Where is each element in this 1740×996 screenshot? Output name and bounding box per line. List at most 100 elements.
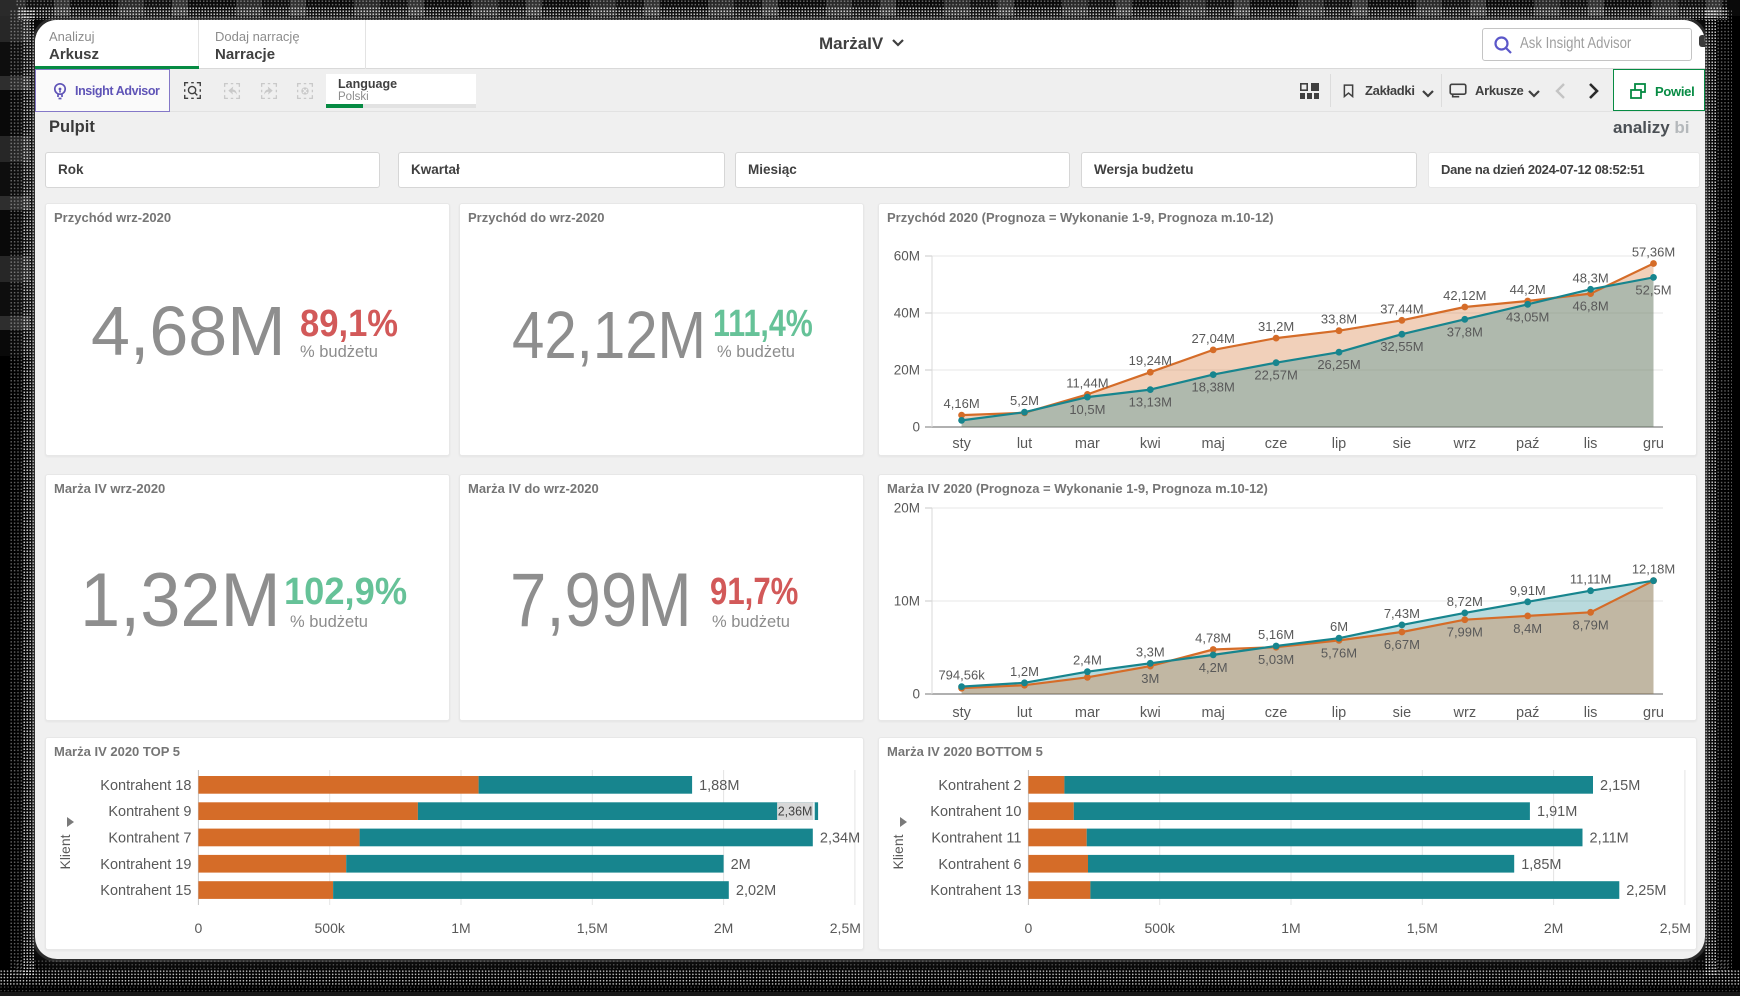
svg-text:4,16M: 4,16M [944, 396, 980, 411]
svg-text:33,8M: 33,8M [1321, 312, 1357, 327]
svg-text:3M: 3M [1141, 671, 1159, 686]
svg-text:kwi: kwi [1140, 436, 1161, 452]
svg-text:2M: 2M [1544, 920, 1563, 936]
svg-text:48,3M: 48,3M [1573, 270, 1609, 285]
svg-text:gru: gru [1643, 436, 1664, 452]
svg-text:Kontrahent 18: Kontrahent 18 [100, 778, 191, 794]
svg-text:0: 0 [912, 420, 920, 435]
svg-text:27,04M: 27,04M [1192, 331, 1235, 346]
svg-text:gru: gru [1643, 705, 1664, 721]
svg-text:2,4M: 2,4M [1073, 653, 1102, 668]
svg-text:2M: 2M [731, 857, 751, 873]
svg-text:Kontrahent 7: Kontrahent 7 [108, 830, 191, 846]
svg-text:43,05M: 43,05M [1506, 309, 1549, 324]
svg-text:lip: lip [1332, 705, 1347, 721]
svg-text:9,91M: 9,91M [1510, 583, 1546, 598]
svg-text:0: 0 [1025, 920, 1033, 936]
svg-text:8,4M: 8,4M [1513, 621, 1542, 636]
svg-text:paź: paź [1516, 705, 1539, 721]
svg-text:maj: maj [1202, 705, 1225, 721]
svg-text:2,15M: 2,15M [1600, 778, 1640, 794]
svg-text:wrz: wrz [1453, 705, 1477, 721]
svg-text:26,25M: 26,25M [1317, 357, 1360, 372]
svg-text:cze: cze [1265, 705, 1288, 721]
svg-text:37,44M: 37,44M [1380, 301, 1423, 316]
svg-text:5,03M: 5,03M [1258, 652, 1294, 667]
svg-text:Kontrahent 15: Kontrahent 15 [100, 883, 191, 899]
svg-text:31,2M: 31,2M [1258, 319, 1294, 334]
svg-text:sty: sty [952, 436, 971, 452]
svg-text:5,2M: 5,2M [1010, 393, 1039, 408]
svg-text:sie: sie [1393, 705, 1412, 721]
svg-text:0: 0 [195, 920, 203, 936]
svg-text:44,2M: 44,2M [1510, 282, 1546, 297]
svg-text:maj: maj [1202, 436, 1225, 452]
svg-text:2,02M: 2,02M [736, 883, 776, 899]
svg-text:794,56k: 794,56k [938, 668, 985, 683]
svg-text:Kontrahent 19: Kontrahent 19 [100, 857, 191, 873]
svg-text:8,79M: 8,79M [1573, 617, 1609, 632]
svg-text:cze: cze [1265, 436, 1288, 452]
svg-text:2,36M: 2,36M [778, 805, 813, 819]
svg-text:57,36M: 57,36M [1632, 245, 1675, 260]
svg-text:6,67M: 6,67M [1384, 637, 1420, 652]
svg-text:12,18M: 12,18M [1632, 562, 1675, 577]
svg-text:1M: 1M [1281, 920, 1300, 936]
svg-text:lis: lis [1584, 705, 1598, 721]
svg-text:10,5M: 10,5M [1069, 402, 1105, 417]
svg-text:20M: 20M [894, 501, 920, 516]
svg-text:13,13M: 13,13M [1129, 395, 1172, 410]
svg-text:kwi: kwi [1140, 705, 1161, 721]
svg-text:42,12M: 42,12M [1443, 288, 1486, 303]
svg-text:1M: 1M [451, 920, 470, 936]
svg-text:lut: lut [1017, 436, 1032, 452]
svg-text:Kontrahent 13: Kontrahent 13 [930, 883, 1021, 899]
svg-text:2,5M: 2,5M [1660, 920, 1691, 936]
svg-text:mar: mar [1075, 436, 1100, 452]
svg-text:wrz: wrz [1453, 436, 1477, 452]
svg-text:2,25M: 2,25M [1626, 883, 1666, 899]
svg-text:Kontrahent 6: Kontrahent 6 [938, 857, 1021, 873]
svg-text:1,5M: 1,5M [1407, 920, 1438, 936]
svg-text:1,91M: 1,91M [1537, 804, 1577, 820]
svg-text:60M: 60M [894, 249, 920, 264]
svg-text:1,88M: 1,88M [699, 778, 739, 794]
svg-text:lut: lut [1017, 705, 1032, 721]
svg-text:5,76M: 5,76M [1321, 645, 1357, 660]
svg-text:20M: 20M [894, 363, 920, 378]
svg-text:7,99M: 7,99M [1447, 625, 1483, 640]
svg-text:2,5M: 2,5M [830, 920, 861, 936]
svg-text:Kontrahent 9: Kontrahent 9 [108, 804, 191, 820]
svg-text:11,11M: 11,11M [1570, 572, 1611, 587]
svg-text:40M: 40M [894, 306, 920, 321]
svg-text:1,5M: 1,5M [577, 920, 608, 936]
svg-text:8,72M: 8,72M [1447, 594, 1483, 609]
svg-text:mar: mar [1075, 705, 1100, 721]
svg-text:500k: 500k [315, 920, 346, 936]
svg-text:7,43M: 7,43M [1384, 606, 1420, 621]
svg-text:500k: 500k [1145, 920, 1176, 936]
svg-text:19,24M: 19,24M [1129, 353, 1172, 368]
svg-text:lip: lip [1332, 436, 1347, 452]
svg-text:Klient: Klient [57, 834, 73, 869]
svg-text:52,5M: 52,5M [1635, 282, 1671, 297]
svg-text:0: 0 [912, 687, 920, 702]
svg-text:sty: sty [952, 705, 971, 721]
svg-text:5,16M: 5,16M [1258, 627, 1294, 642]
svg-text:1,85M: 1,85M [1521, 857, 1561, 873]
svg-text:2,11M: 2,11M [1590, 830, 1629, 846]
svg-text:sie: sie [1393, 436, 1412, 452]
svg-text:6M: 6M [1330, 619, 1348, 634]
svg-text:3,3M: 3,3M [1136, 644, 1165, 659]
svg-text:11,44M: 11,44M [1066, 375, 1108, 390]
svg-text:4,2M: 4,2M [1199, 660, 1228, 675]
svg-text:lis: lis [1584, 436, 1598, 452]
svg-text:46,8M: 46,8M [1573, 299, 1609, 314]
svg-text:Kontrahent 11: Kontrahent 11 [931, 830, 1021, 846]
svg-text:paź: paź [1516, 436, 1539, 452]
svg-text:32,55M: 32,55M [1380, 339, 1423, 354]
svg-text:18,38M: 18,38M [1192, 380, 1235, 395]
svg-text:Kontrahent 10: Kontrahent 10 [930, 804, 1021, 820]
svg-text:Kontrahent 2: Kontrahent 2 [938, 778, 1021, 794]
svg-text:37,8M: 37,8M [1447, 324, 1483, 339]
